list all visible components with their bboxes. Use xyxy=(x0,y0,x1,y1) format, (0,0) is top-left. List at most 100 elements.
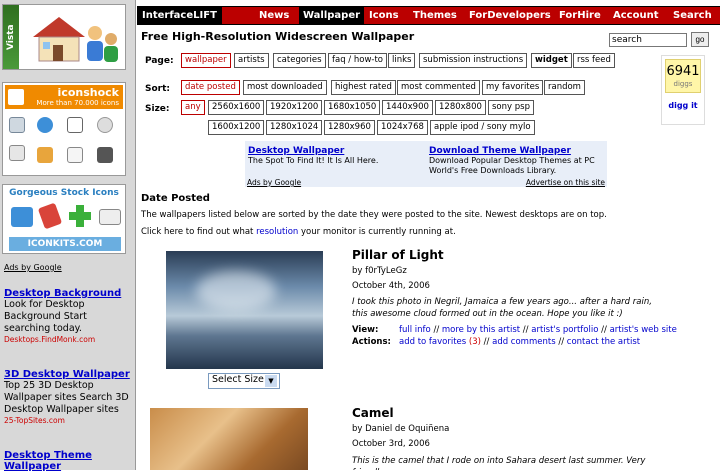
sidebar-ad-url[interactable]: Desktops.FindMonk.com xyxy=(4,335,130,344)
iconkits-logo: ICONKITS.COM xyxy=(9,237,121,251)
page-artists[interactable]: artists xyxy=(234,53,269,68)
top-nav: InterfaceLIFT News Wallpaper Icons Theme… xyxy=(137,6,720,25)
sidebar-ad[interactable]: Desktop Theme Wallpaper xyxy=(4,450,130,472)
nav-themes[interactable]: Themes xyxy=(413,7,457,24)
resolution-hint-post: your monitor is currently running at. xyxy=(298,227,456,237)
sidebar-ad-title[interactable]: 3D Desktop Wallpaper xyxy=(4,369,130,380)
nav-news[interactable]: News xyxy=(259,7,289,24)
size-1024x768[interactable]: 1024x768 xyxy=(377,120,428,135)
sidebar-ad-url[interactable]: 25-TopSites.com xyxy=(4,416,130,425)
digg-unit: diggs xyxy=(673,80,693,88)
page-submission[interactable]: submission instructions xyxy=(419,53,528,68)
select-size-dropdown[interactable]: Select Size ▼ xyxy=(208,373,280,389)
site-brand[interactable]: InterfaceLIFT xyxy=(137,7,222,24)
sidebar-ad[interactable]: Desktop Background Look for Desktop Back… xyxy=(4,288,130,344)
ads-by-google-link[interactable]: Ads by Google xyxy=(247,178,301,187)
sort-my-favorites[interactable]: my favorites xyxy=(482,80,544,95)
wallpaper-author[interactable]: by Daniel de Oquiñena xyxy=(352,424,449,434)
iconshock-header: iconshock More than 70.000 icons xyxy=(5,85,123,109)
resolution-hint: Click here to find out what resolution y… xyxy=(141,227,456,237)
size-any[interactable]: any xyxy=(181,100,205,115)
calendar-icon xyxy=(67,117,83,133)
sidebar-ad-title[interactable]: Desktop Theme Wallpaper xyxy=(4,450,130,472)
sidebar-ad[interactable]: 3D Desktop Wallpaper Top 25 3D Desktop W… xyxy=(4,369,130,425)
go-button[interactable]: go xyxy=(691,32,709,47)
size-label: Size: xyxy=(145,104,170,114)
page-widget[interactable]: widget xyxy=(531,53,572,68)
size-1920x1200[interactable]: 1920x1200 xyxy=(266,100,323,115)
google-ad-title[interactable]: Download Theme Wallpaper xyxy=(429,146,605,156)
wallpaper-thumbnail[interactable] xyxy=(150,408,308,470)
nav-account[interactable]: Account xyxy=(613,7,658,24)
view-links: full info // more by this artist // arti… xyxy=(399,325,677,335)
iconkits-banner[interactable]: Gorgeous Stock Icons ICONKITS.COM xyxy=(2,184,126,254)
page-rss[interactable]: rss feed xyxy=(573,53,615,68)
wallpaper-title[interactable]: Camel xyxy=(352,406,394,420)
wallpaper-author[interactable]: by f0rTyLeGz xyxy=(352,266,407,276)
sidebar-ad-desc: Top 25 3D Desktop Wallpaper sites Search… xyxy=(4,380,129,415)
wallpaper-thumbnail[interactable] xyxy=(166,251,323,369)
wallpaper-title[interactable]: Pillar of Light xyxy=(352,248,444,262)
nav-icons[interactable]: Icons xyxy=(369,7,399,24)
vista-label: Vista xyxy=(3,5,19,69)
page-faq[interactable]: faq / how-to xyxy=(328,53,388,68)
sort-most-downloaded[interactable]: most downloaded xyxy=(243,80,327,95)
full-info-link[interactable]: full info xyxy=(399,325,431,335)
size-sony-psp[interactable]: sony psp xyxy=(488,100,534,115)
advertise-link[interactable]: Advertise on this site xyxy=(526,178,605,187)
sort-most-commented[interactable]: most commented xyxy=(397,80,480,95)
wallpaper-description: I took this photo in Negril, Jamaica a f… xyxy=(352,297,652,319)
size-2560x1600[interactable]: 2560x1600 xyxy=(208,100,265,115)
wallpaper-description: This is the camel that I rode on into Sa… xyxy=(352,456,646,470)
sidebar-ads-by-google[interactable]: Ads by Google xyxy=(4,263,62,272)
artist-portfolio-link[interactable]: artist's portfolio xyxy=(531,325,598,335)
page-links[interactable]: links xyxy=(388,53,416,68)
size-1280x1024[interactable]: 1280x1024 xyxy=(266,120,323,135)
nav-search[interactable]: Search xyxy=(673,7,712,24)
resolution-link[interactable]: resolution xyxy=(256,227,298,237)
wallpaper-date: October 3rd, 2006 xyxy=(352,439,430,449)
google-ad-title[interactable]: Desktop Wallpaper xyxy=(248,146,424,156)
add-to-favorites-link[interactable]: add to favorites xyxy=(399,337,466,347)
page-title: Free High-Resolution Widescreen Wallpape… xyxy=(141,30,415,43)
nav-fordevelopers[interactable]: ForDevelopers xyxy=(469,7,551,24)
iconshock-banner[interactable]: iconshock More than 70.000 icons xyxy=(2,82,126,176)
sort-label: Sort: xyxy=(145,84,171,94)
spreadsheet-icon xyxy=(67,147,83,163)
page-categories[interactable]: categories xyxy=(273,53,326,68)
digg-widget: 6941 diggs digg it xyxy=(661,55,705,125)
sidebar-ad-title[interactable]: Desktop Background xyxy=(4,288,130,299)
size-ipod[interactable]: apple ipod / sony mylo xyxy=(430,120,535,135)
google-ad-desc: Download Popular Desktop Themes at PC Wo… xyxy=(429,156,595,175)
wallpaper-date: October 4th, 2006 xyxy=(352,281,430,291)
sorted-description: The wallpapers listed below are sorted b… xyxy=(141,210,607,220)
digg-count-box: 6941 diggs xyxy=(665,59,701,93)
nav-forhire[interactable]: ForHire xyxy=(559,7,601,24)
google-ad[interactable]: Desktop Wallpaper The Spot To Find It! I… xyxy=(248,146,424,166)
globe-icon xyxy=(37,117,53,133)
add-comments-link[interactable]: add comments xyxy=(492,337,556,347)
size-1440x900[interactable]: 1440x900 xyxy=(382,100,433,115)
artist-website-link[interactable]: artist's web site xyxy=(610,325,677,335)
google-ad[interactable]: Download Theme Wallpaper Download Popula… xyxy=(429,146,605,176)
page-wallpaper[interactable]: wallpaper xyxy=(181,53,231,68)
sort-date-posted[interactable]: date posted xyxy=(181,80,240,95)
iconshock-logo-icon xyxy=(8,89,24,105)
size-1280x800[interactable]: 1280x800 xyxy=(435,100,486,115)
sort-random[interactable]: random xyxy=(544,80,585,95)
briefcase-icon xyxy=(37,147,53,163)
size-1680x1050[interactable]: 1680x1050 xyxy=(324,100,381,115)
digg-it-button[interactable]: digg it xyxy=(662,101,704,110)
pencil-icon xyxy=(37,202,63,230)
size-1280x960[interactable]: 1280x960 xyxy=(324,120,375,135)
house-users-icon xyxy=(33,17,118,62)
vista-banner[interactable]: Vista xyxy=(2,4,126,70)
contact-artist-link[interactable]: contact the artist xyxy=(567,337,640,347)
nav-wallpaper[interactable]: Wallpaper xyxy=(299,7,365,24)
size-1600x1200[interactable]: 1600x1200 xyxy=(208,120,265,135)
more-by-artist-link[interactable]: more by this artist xyxy=(442,325,520,335)
plus-icon xyxy=(69,205,91,227)
sort-highest-rated[interactable]: highest rated xyxy=(331,80,396,95)
favorites-count: (3) xyxy=(468,337,481,347)
search-input[interactable] xyxy=(609,33,687,47)
